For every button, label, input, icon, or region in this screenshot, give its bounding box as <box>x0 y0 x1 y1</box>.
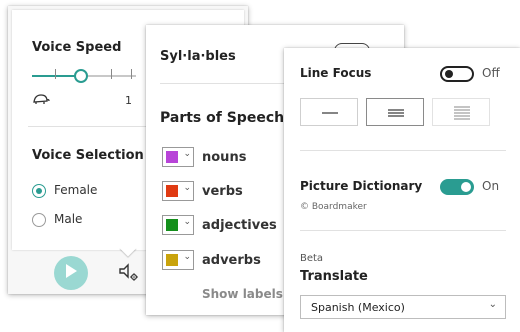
settings-speaker-icon[interactable] <box>118 262 140 286</box>
line-focus-five-lines-button[interactable] <box>432 98 490 126</box>
reading-preferences-panel: Line Focus Off Picture Dictionary On © B… <box>284 48 520 332</box>
line-focus-toggle[interactable] <box>440 66 474 82</box>
turtle-icon <box>32 90 50 109</box>
chevron-down-icon: ⌄ <box>183 183 191 193</box>
voice-speed-slider[interactable] <box>32 69 136 83</box>
line-focus-one-line-button[interactable] <box>300 98 358 126</box>
one-line-icon <box>322 112 338 114</box>
nouns-label: nouns <box>202 150 247 165</box>
picture-dictionary-label: Picture Dictionary <box>300 179 423 193</box>
picture-dictionary-state: On <box>482 179 500 193</box>
male-label: Male <box>54 212 83 226</box>
adjectives-label: adjectives <box>202 218 277 233</box>
adverbs-color-picker[interactable]: ⌄ <box>162 250 194 270</box>
verbs-label: verbs <box>202 184 243 199</box>
slider-fill <box>32 75 80 77</box>
five-lines-icon <box>454 106 470 120</box>
beta-label: Beta <box>300 253 324 264</box>
translate-label: Translate <box>300 269 368 284</box>
divider <box>300 150 506 151</box>
verbs-color-swatch <box>166 185 178 197</box>
syllables-label: Syl·la·bles <box>160 49 236 64</box>
adjectives-color-swatch <box>166 219 178 231</box>
show-labels-label[interactable]: Show labels <box>202 287 283 301</box>
toggle-knob <box>445 70 453 78</box>
chevron-down-icon: ⌄ <box>183 149 191 159</box>
female-label: Female <box>54 183 98 197</box>
slider-tick <box>55 69 56 79</box>
parts-of-speech-title: Parts of Speech <box>160 110 285 126</box>
line-focus-label: Line Focus <box>300 66 372 80</box>
adjectives-color-picker[interactable]: ⌄ <box>162 215 194 235</box>
boardmaker-credit: © Boardmaker <box>300 202 367 212</box>
chevron-down-icon: ⌄ <box>183 252 191 262</box>
play-icon <box>64 263 78 283</box>
slider-tick <box>131 69 132 79</box>
slider-tick <box>111 69 112 79</box>
slider-thumb[interactable] <box>74 69 88 83</box>
chevron-down-icon: ⌄ <box>183 217 191 227</box>
line-focus-three-lines-button[interactable] <box>366 98 424 126</box>
language-select[interactable]: Spanish (Mexico) ⌄ <box>300 295 506 319</box>
line-focus-state: Off <box>482 66 500 80</box>
male-radio[interactable] <box>32 213 46 227</box>
nouns-color-swatch <box>166 151 178 163</box>
voice-selection-title: Voice Selection <box>32 148 144 163</box>
divider <box>300 230 506 231</box>
speed-value-label: 1 <box>125 94 132 107</box>
three-lines-icon <box>388 109 404 117</box>
verbs-color-picker[interactable]: ⌄ <box>162 181 194 201</box>
chevron-down-icon: ⌄ <box>488 299 497 310</box>
toggle-knob <box>461 182 471 192</box>
language-select-value: Spanish (Mexico) <box>311 301 405 314</box>
picture-dictionary-toggle[interactable] <box>440 179 474 195</box>
play-button[interactable] <box>54 256 88 290</box>
adverbs-color-swatch <box>166 254 178 266</box>
voice-speed-title: Voice Speed <box>32 40 122 55</box>
adverbs-label: adverbs <box>202 253 261 268</box>
nouns-color-picker[interactable]: ⌄ <box>162 147 194 167</box>
female-radio[interactable] <box>32 184 46 198</box>
